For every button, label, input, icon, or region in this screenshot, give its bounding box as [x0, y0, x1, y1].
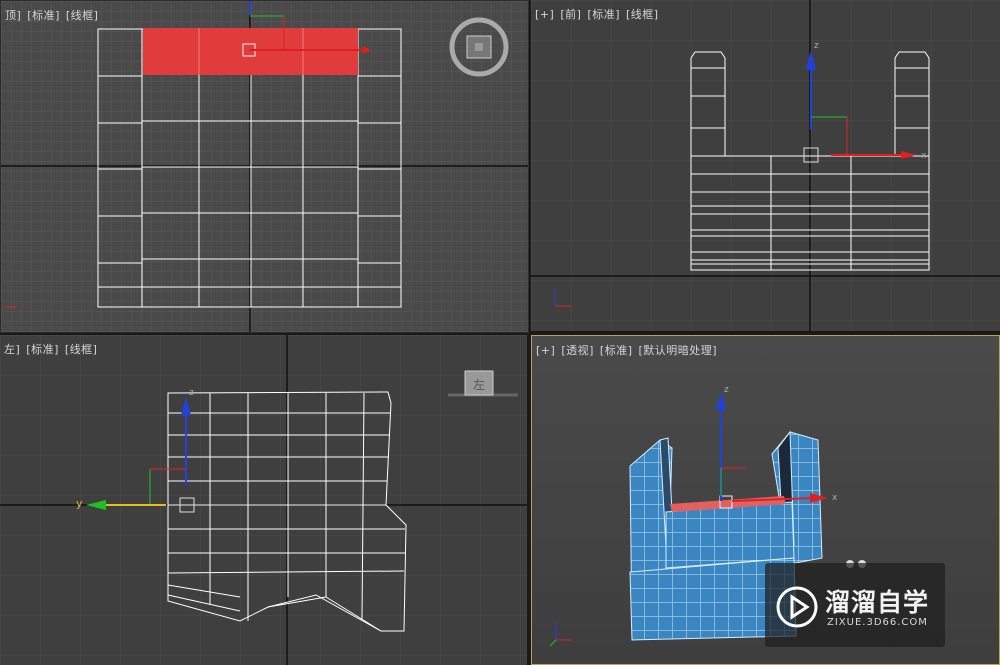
shading-label[interactable]: [标准]	[26, 343, 59, 356]
viewport-label[interactable]: 顶] [标准] [线框]	[5, 7, 104, 23]
viewport-top[interactable]: 顶] [标准] [线框]	[0, 0, 529, 333]
wireframe-label[interactable]: [线框]	[626, 8, 659, 21]
view-name-label[interactable]: [前]	[560, 8, 581, 21]
shading-label[interactable]: [标准]	[587, 8, 620, 21]
shading-label[interactable]: [标准]	[600, 344, 633, 357]
view-name-label[interactable]: 左]	[4, 343, 20, 356]
svg-text:x: x	[832, 493, 838, 503]
viewport-menu-label[interactable]: [+]	[536, 344, 555, 357]
watermark-subtitle: ZIXUE.3D66.COM	[827, 617, 928, 628]
watermark-title: 溜溜自学	[825, 588, 930, 617]
viewport-label[interactable]: [+] [前] [标准] [线框]	[535, 6, 665, 22]
svg-text:z: z	[724, 385, 729, 395]
view-name-label[interactable]: 顶]	[5, 9, 21, 22]
play-logo-icon	[776, 586, 818, 628]
svg-text:z: z	[189, 388, 194, 398]
viewport-left[interactable]: 左] [标准] [线框] z y 左	[0, 335, 527, 665]
svg-text:z: z	[814, 41, 819, 51]
wireframe-label[interactable]: [线框]	[66, 9, 99, 22]
top-view-canvas	[1, 1, 528, 332]
selected-polygons	[143, 28, 358, 75]
viewport-label[interactable]: 左] [标准] [线框]	[4, 341, 103, 357]
wireframe-label[interactable]: [线框]	[65, 343, 98, 356]
viewport-front[interactable]: [+] [前] [标准] [线框] z x	[531, 0, 1000, 331]
front-view-canvas: z x	[531, 0, 1000, 331]
default-shading-label[interactable]: [默认明暗处理]	[639, 344, 718, 357]
shading-label[interactable]: [标准]	[27, 9, 60, 22]
svg-text:y: y	[76, 497, 83, 510]
view-name-label[interactable]: [透视]	[561, 344, 594, 357]
viewport-menu-label[interactable]: [+]	[535, 8, 554, 21]
svg-text:左: 左	[473, 377, 485, 392]
left-view-canvas: z y 左	[0, 335, 527, 665]
watermark: 溜溜自学 ZIXUE.3D66.COM	[765, 563, 945, 647]
viewport-label[interactable]: [+] [透视] [标准] [默认明暗处理]	[536, 342, 723, 358]
svg-text:x: x	[921, 151, 927, 161]
